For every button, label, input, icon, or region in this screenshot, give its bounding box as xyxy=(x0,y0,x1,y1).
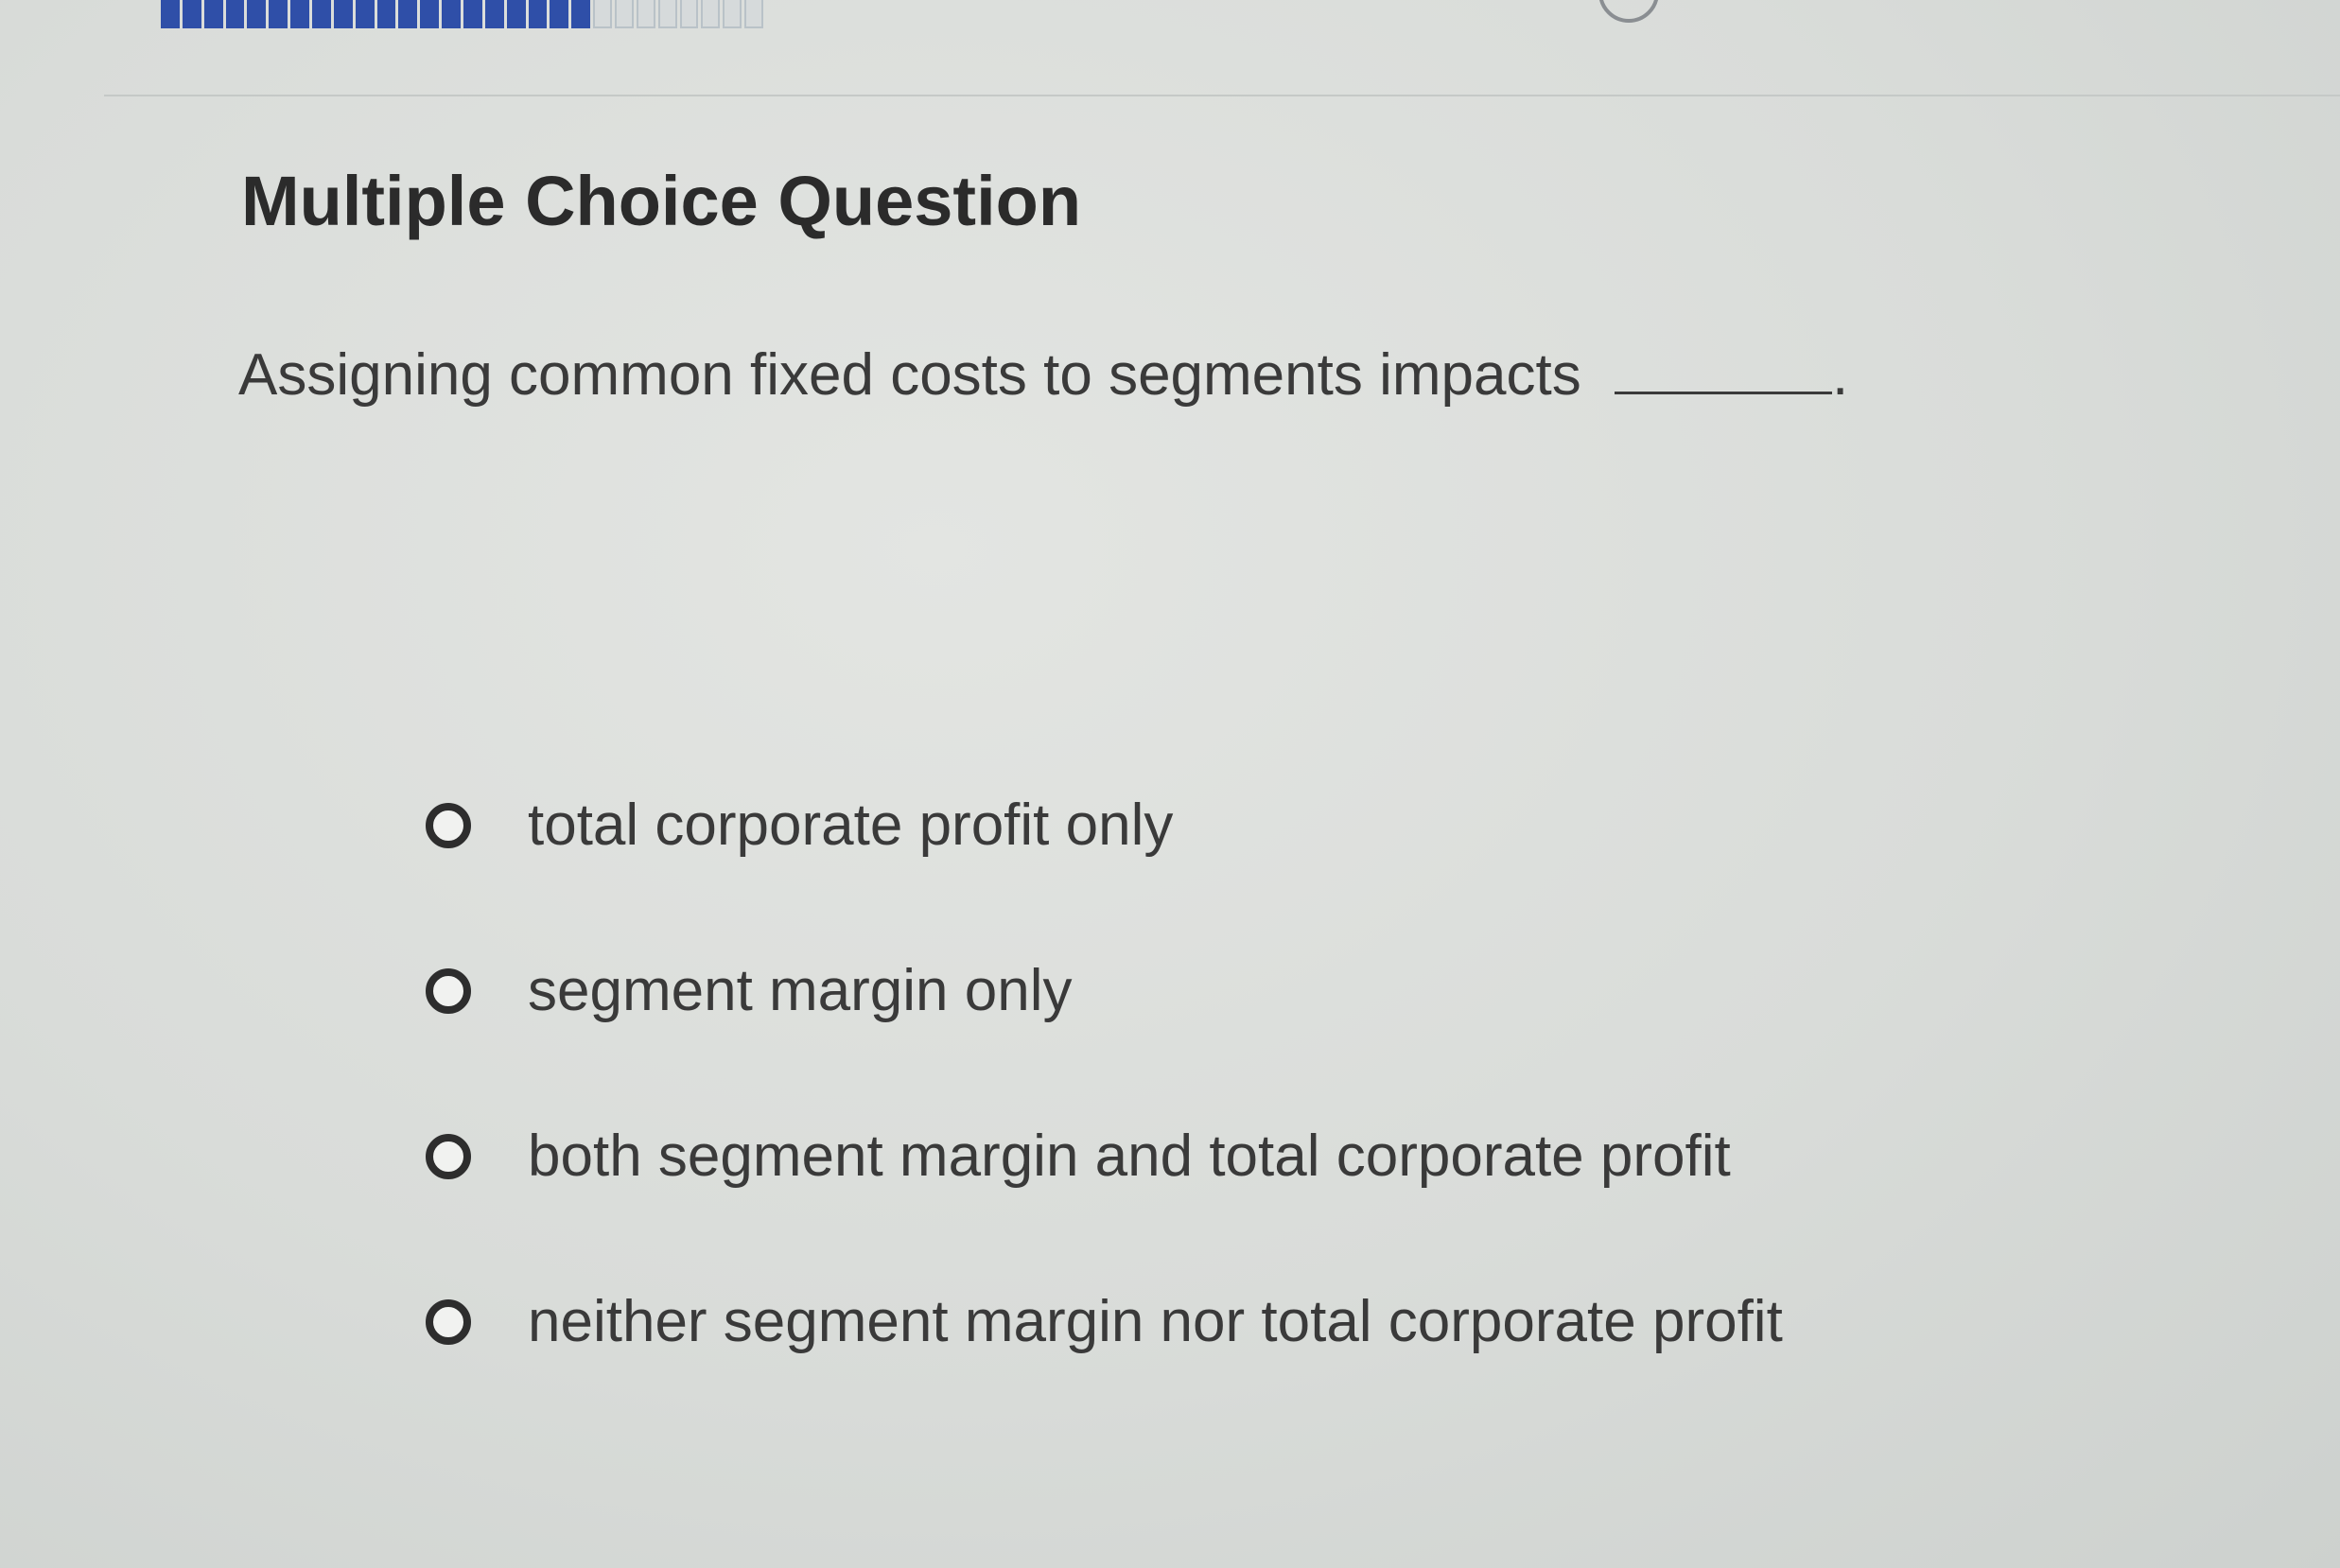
question-title: Multiple Choice Question xyxy=(241,162,1082,240)
progress-segment-remaining xyxy=(636,0,655,28)
progress-segment-completed xyxy=(247,0,267,28)
answer-options: total corporate profit only segment marg… xyxy=(426,742,2223,1404)
question-prompt-end: . xyxy=(1831,341,1849,408)
progress-segment-completed xyxy=(463,0,482,28)
progress-strip xyxy=(0,0,2340,42)
progress-segment-completed xyxy=(376,0,396,28)
header-divider xyxy=(104,95,2340,96)
radio-button-icon[interactable] xyxy=(426,1298,471,1345)
progress-segment-completed xyxy=(420,0,440,28)
progress-segment-completed xyxy=(290,0,310,28)
progress-segment-remaining xyxy=(701,0,721,28)
progress-segment-completed xyxy=(182,0,201,28)
answer-option[interactable]: neither segment margin nor total corpora… xyxy=(426,1239,2223,1404)
progress-segment-remaining xyxy=(657,0,677,28)
concepts-progress-bar xyxy=(161,0,766,28)
answer-option-label[interactable]: neither segment margin nor total corpora… xyxy=(528,1288,1783,1355)
radio-button-icon[interactable] xyxy=(426,1133,471,1179)
answer-option-label[interactable]: both segment margin and total corporate … xyxy=(528,1123,1731,1190)
progress-segment-completed xyxy=(506,0,526,28)
progress-segment-completed xyxy=(203,0,223,28)
progress-segment-completed xyxy=(528,0,548,28)
answer-option-label[interactable]: segment margin only xyxy=(528,957,1073,1024)
progress-segment-completed xyxy=(161,0,180,28)
progress-segment-completed xyxy=(312,0,331,28)
progress-segment-completed xyxy=(269,0,288,28)
progress-segment-remaining xyxy=(744,0,764,28)
progress-segment-completed xyxy=(571,0,591,28)
progress-segment-completed xyxy=(355,0,375,28)
answer-option[interactable]: both segment margin and total corporate … xyxy=(426,1073,2223,1239)
progress-segment-remaining xyxy=(679,0,699,28)
radio-button-icon[interactable] xyxy=(426,967,471,1014)
progress-segment-remaining xyxy=(723,0,742,28)
progress-segment-remaining xyxy=(593,0,613,28)
progress-segment-completed xyxy=(484,0,504,28)
answer-option-label[interactable]: total corporate profit only xyxy=(528,792,1173,859)
answer-option[interactable]: total corporate profit only xyxy=(426,742,2223,908)
question-prompt: Assigning common fixed costs to segments… xyxy=(238,339,1848,409)
radio-button-icon[interactable] xyxy=(426,802,471,848)
progress-segment-remaining xyxy=(615,0,634,28)
answer-option[interactable]: segment margin only xyxy=(426,908,2223,1073)
progress-segment-completed xyxy=(550,0,569,28)
progress-segment-completed xyxy=(398,0,418,28)
help-icon[interactable] xyxy=(1598,0,1659,23)
question-prompt-text: Assigning common fixed costs to segments… xyxy=(238,341,1581,408)
progress-segment-completed xyxy=(442,0,462,28)
progress-segment-completed xyxy=(225,0,245,28)
answer-blank xyxy=(1614,339,1832,394)
progress-segment-completed xyxy=(333,0,353,28)
